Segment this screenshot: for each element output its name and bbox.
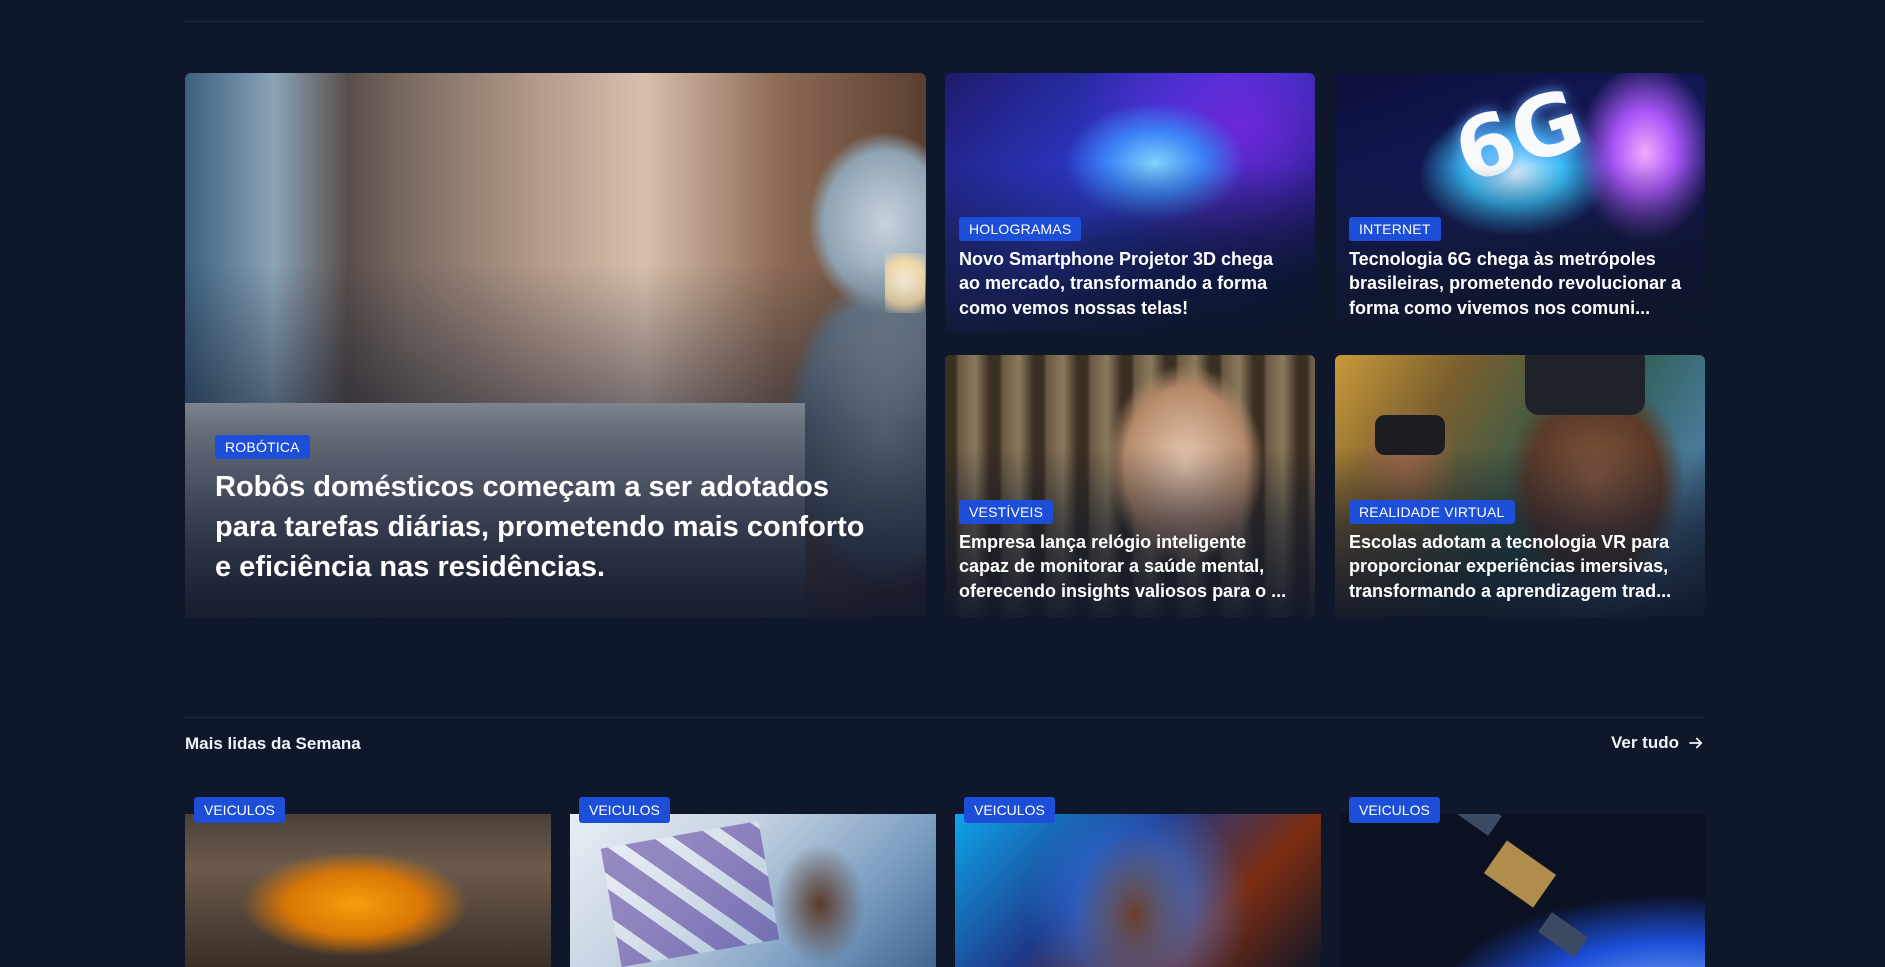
card-content: VESTÍVEIS Empresa lança relógio intelige…	[945, 499, 1315, 618]
floating-panels-shape	[600, 821, 780, 967]
featured-main-content: ROBÓTICA Robôs domésticos começam a ser …	[185, 435, 926, 617]
category-badge[interactable]: VESTÍVEIS	[959, 499, 1054, 524]
most-read-item[interactable]	[185, 814, 551, 967]
category-badge[interactable]: VEICULOS	[1349, 797, 1440, 823]
card-content: HOLOGRAMAS Novo Smartphone Projetor 3D c…	[945, 216, 1315, 335]
category-badge[interactable]: VEICULOS	[964, 797, 1055, 823]
featured-main-title[interactable]: Robôs domésticos começam a ser adotados …	[215, 467, 886, 587]
featured-card-wearables[interactable]: VESTÍVEIS Empresa lança relógio intelige…	[945, 355, 1315, 617]
item-image	[1340, 814, 1705, 967]
see-all-link[interactable]: Ver tudo	[1611, 733, 1705, 753]
card-title[interactable]: Novo Smartphone Projetor 3D chega ao mer…	[959, 247, 1299, 321]
card-title[interactable]: Empresa lança relógio inteligente capaz …	[959, 530, 1299, 604]
item-image	[955, 814, 1321, 967]
featured-card-internet[interactable]: 6G INTERNET Tecnologia 6G chega às metró…	[1335, 73, 1705, 334]
see-all-label: Ver tudo	[1610, 733, 1679, 752]
featured-card-holograms[interactable]: HOLOGRAMAS Novo Smartphone Projetor 3D c…	[945, 73, 1315, 334]
section-title: Mais lidas da Semana	[185, 734, 361, 753]
card-content: INTERNET Tecnologia 6G chega às metrópol…	[1335, 216, 1705, 335]
section-divider	[185, 717, 1705, 718]
item-image	[570, 814, 936, 967]
category-badge[interactable]: REALIDADE VIRTUAL	[1349, 499, 1515, 524]
category-badge[interactable]: INTERNET	[1349, 216, 1441, 241]
category-badge[interactable]: ROBÓTICA	[215, 435, 310, 459]
satellite-shape	[1483, 840, 1557, 908]
category-badge[interactable]: VEICULOS	[194, 797, 285, 823]
most-read-item[interactable]	[1340, 814, 1705, 967]
card-title[interactable]: Tecnologia 6G chega às metrópoles brasil…	[1349, 247, 1689, 321]
arrow-right-icon	[1689, 737, 1703, 749]
category-badge[interactable]: HOLOGRAMAS	[959, 216, 1082, 241]
card-title[interactable]: Escolas adotam a tecnologia VR para prop…	[1349, 530, 1689, 604]
most-read-item[interactable]	[955, 814, 1321, 967]
category-badge[interactable]: VEICULOS	[579, 797, 670, 823]
featured-card-vr[interactable]: REALIDADE VIRTUAL Escolas adotam a tecno…	[1335, 355, 1705, 617]
header-divider	[185, 21, 1705, 22]
card-content: REALIDADE VIRTUAL Escolas adotam a tecno…	[1335, 499, 1705, 618]
featured-main-card[interactable]: ROBÓTICA Robôs domésticos começam a ser …	[185, 73, 926, 617]
most-read-item[interactable]	[570, 814, 936, 967]
item-image	[185, 814, 551, 967]
